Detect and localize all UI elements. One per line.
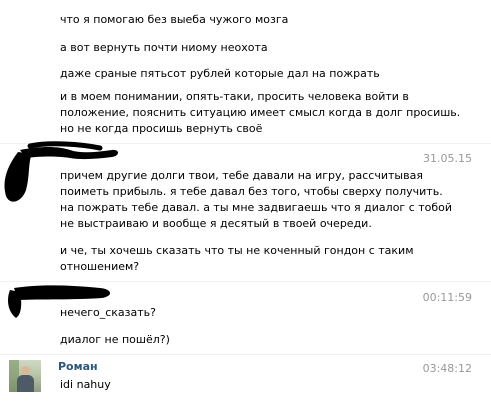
message-divider bbox=[0, 354, 491, 355]
message-timestamp: 00:11:59 bbox=[422, 291, 472, 304]
message-line: idi nahuy bbox=[60, 378, 111, 391]
message-timestamp: 31.05.15 bbox=[423, 152, 472, 165]
censored-avatar-scribble-2 bbox=[8, 285, 111, 318]
message-line: диалог не пошёл?) bbox=[60, 333, 170, 346]
message-timestamp: 03:48:12 bbox=[422, 362, 472, 375]
author-name-link[interactable]: Роман bbox=[58, 360, 98, 373]
message-line: нечего_сказать? bbox=[60, 306, 156, 319]
avatar[interactable] bbox=[9, 360, 41, 392]
